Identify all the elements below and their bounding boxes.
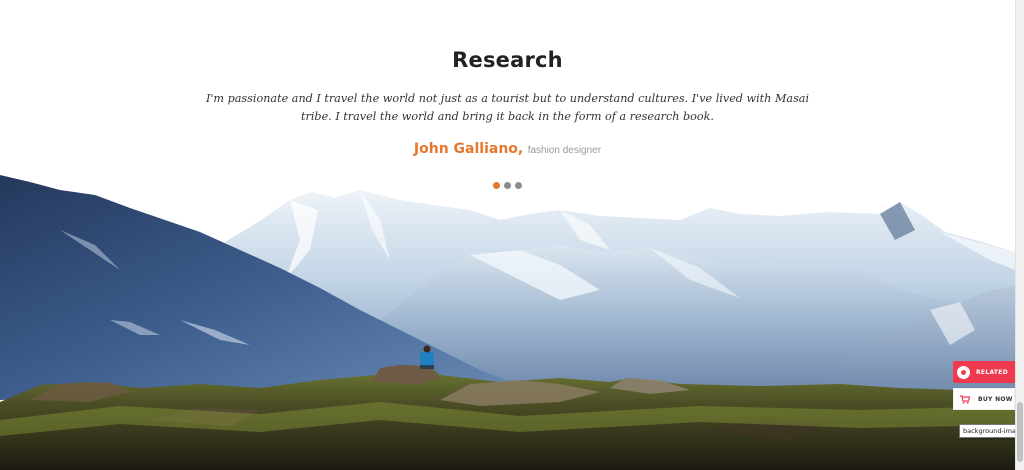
section-title: Research	[452, 48, 563, 72]
map-pin-icon	[957, 365, 970, 379]
related-button-label: RELATED	[976, 368, 1008, 376]
buy-now-label: BUY NOW	[978, 395, 1013, 403]
slider-dot-1[interactable]	[493, 182, 500, 189]
cart-icon	[960, 394, 970, 404]
scrollbar-thumb[interactable]	[1017, 402, 1023, 462]
scrollbar[interactable]	[1015, 0, 1024, 470]
slider-dot-2[interactable]	[504, 182, 511, 189]
testimonial-quote: I'm passionate and I travel the world no…	[205, 92, 810, 123]
buy-now-button[interactable]: BUY NOW	[953, 388, 1015, 410]
slider-pagination	[493, 182, 522, 190]
tooltip: background-image	[959, 424, 1015, 438]
author-name: John Galliano,	[413, 141, 524, 157]
background-image	[0, 175, 1015, 470]
slider-dot-3[interactable]	[515, 182, 522, 189]
testimonial-author-line: John Galliano, fashion designer	[0, 140, 1015, 158]
page: Research I'm passionate and I travel the…	[0, 0, 1015, 470]
author-role: fashion designer	[527, 145, 602, 156]
related-button[interactable]: RELATED	[953, 361, 1015, 383]
